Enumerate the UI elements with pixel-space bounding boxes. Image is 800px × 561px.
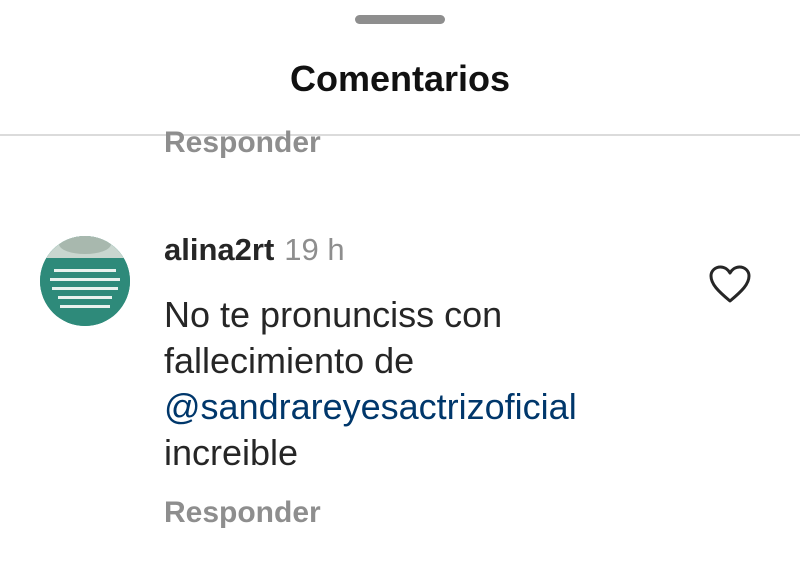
previous-reply-button[interactable]: Responder xyxy=(164,126,321,164)
reply-button[interactable]: Responder xyxy=(164,496,321,530)
previous-reply-label: Responder xyxy=(164,126,321,159)
avatar[interactable] xyxy=(40,236,130,326)
comment-timestamp: 19 h xyxy=(284,232,345,267)
comment-username[interactable]: alina2rt xyxy=(164,232,274,267)
comment-header: alina2rt 19 h xyxy=(164,232,345,268)
comments-sheet: Comentarios Responder alina2rt 19 h No te… xyxy=(0,0,800,561)
comment-text-line: fallecimiento de xyxy=(164,340,415,381)
comment-text-line: No te pronunciss con xyxy=(164,294,503,335)
sheet-title: Comentarios xyxy=(289,58,511,99)
header-divider xyxy=(0,134,800,136)
comment-text-line: increible xyxy=(164,432,299,473)
avatar-image xyxy=(40,236,130,326)
drag-handle[interactable] xyxy=(355,15,445,24)
mention-link[interactable]: @sandrareyesactrizoficial xyxy=(164,384,684,430)
heart-outline-icon[interactable] xyxy=(708,264,752,304)
comment-text: No te pronunciss con fallecimiento de @s… xyxy=(164,292,684,476)
like-heart-svg xyxy=(709,265,751,303)
